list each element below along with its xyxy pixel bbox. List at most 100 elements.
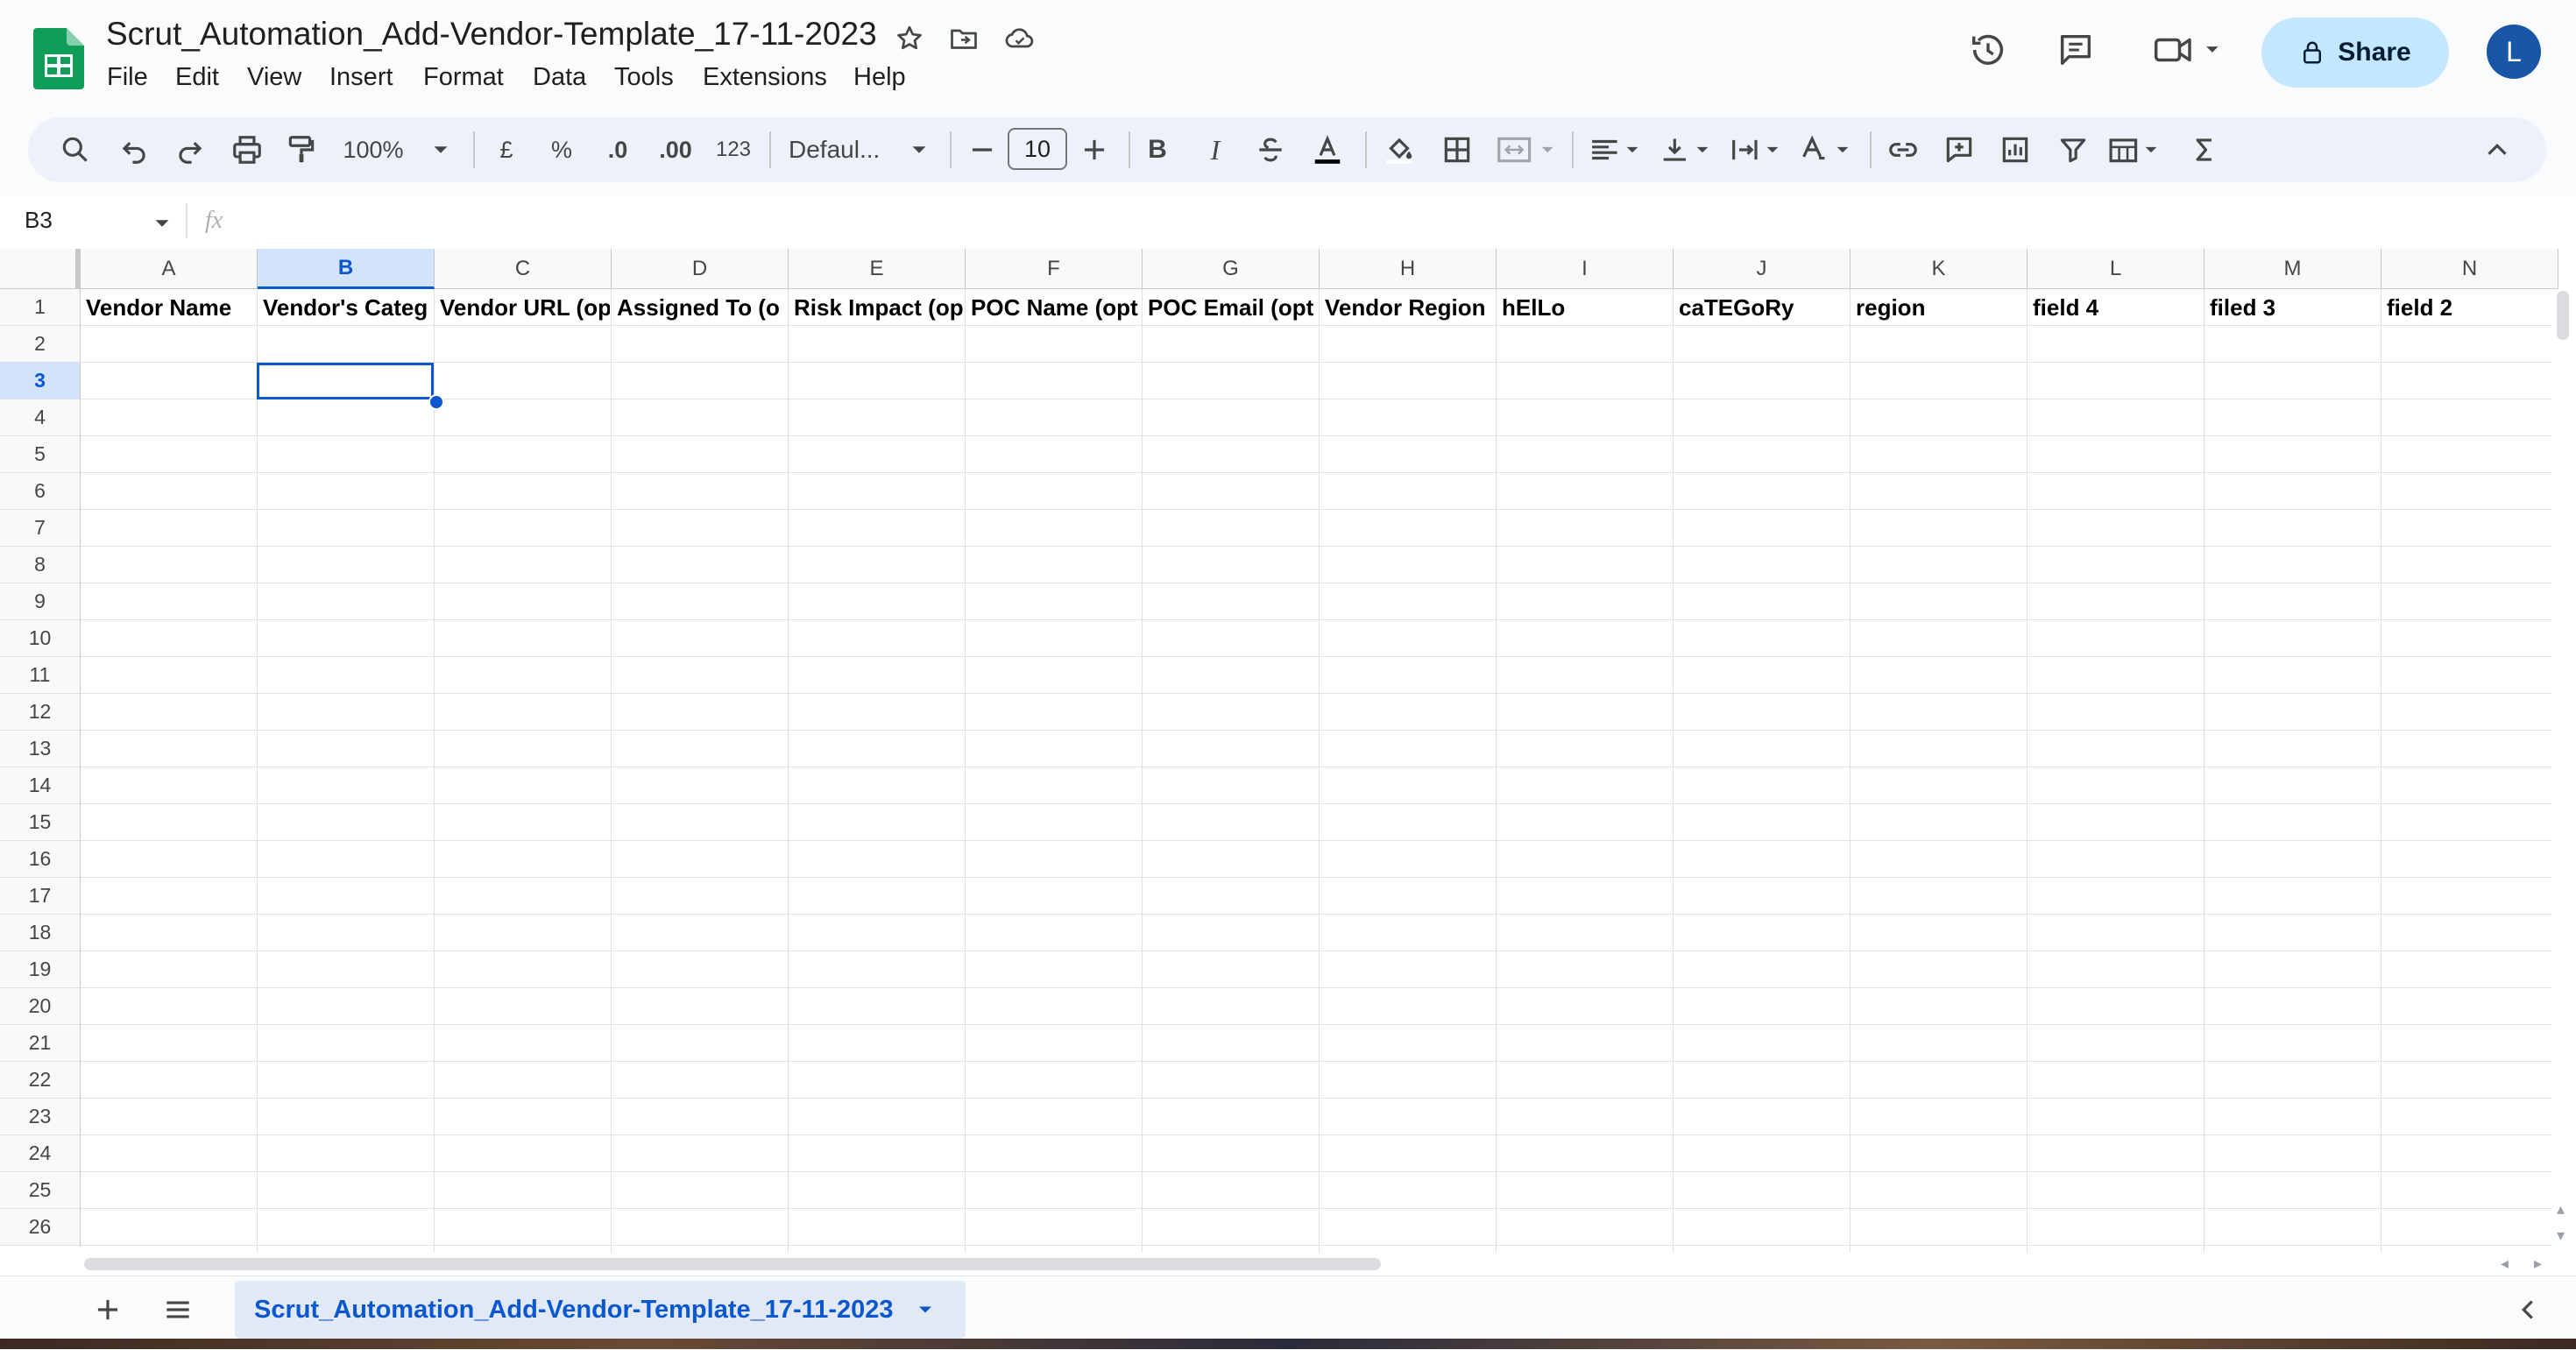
merge-cells-icon[interactable] <box>1493 131 1563 168</box>
row-header-17[interactable]: 17 <box>0 878 81 915</box>
undo-icon[interactable] <box>116 131 152 168</box>
menu-data[interactable]: Data <box>533 63 586 92</box>
column-header-k[interactable]: K <box>1851 249 2028 289</box>
row-header-15[interactable]: 15 <box>0 804 81 841</box>
share-button[interactable]: Share <box>2261 18 2449 88</box>
cell-l1[interactable]: field 4 <box>2028 289 2203 326</box>
vertical-align-icon[interactable] <box>1656 131 1716 168</box>
fill-color-icon[interactable] <box>1379 131 1419 168</box>
row-header-20[interactable]: 20 <box>0 988 81 1025</box>
column-header-b[interactable]: B <box>258 249 435 289</box>
decrease-decimal-button[interactable]: .0 <box>598 131 638 168</box>
document-title[interactable]: Scrut_Automation_Add-Vendor-Template_17-… <box>106 16 877 53</box>
print-icon[interactable] <box>228 131 266 168</box>
row-header-19[interactable]: 19 <box>0 951 81 988</box>
number-format-button[interactable]: 123 <box>710 131 757 168</box>
menu-tools[interactable]: Tools <box>614 63 674 92</box>
explore-sidebar-toggle-icon[interactable] <box>2511 1293 2544 1331</box>
row-header-4[interactable]: 4 <box>0 399 81 436</box>
row-header-8[interactable]: 8 <box>0 547 81 583</box>
filter-views-icon[interactable] <box>2103 131 2166 168</box>
row-header-5[interactable]: 5 <box>0 436 81 473</box>
font-size-input[interactable]: 10 <box>1008 128 1067 170</box>
menu-view[interactable]: View <box>247 63 301 92</box>
fill-handle[interactable] <box>428 394 444 410</box>
cloud-saved-icon[interactable] <box>1004 23 1036 54</box>
column-header-c[interactable]: C <box>435 249 612 289</box>
row-header-1[interactable]: 1 <box>0 289 81 326</box>
active-cell-selection[interactable] <box>257 363 434 399</box>
collapse-menus-icon[interactable] <box>2480 131 2515 168</box>
row-header-24[interactable]: 24 <box>0 1135 81 1172</box>
text-wrapping-icon[interactable] <box>1726 131 1786 168</box>
format-currency-button[interactable]: £ <box>489 131 524 168</box>
select-all-corner[interactable] <box>0 249 81 289</box>
column-header-f[interactable]: F <box>966 249 1143 289</box>
decrease-font-size-icon[interactable] <box>964 131 1001 168</box>
row-header-9[interactable]: 9 <box>0 583 81 620</box>
scroll-right-arrow-icon[interactable]: ▸ <box>2534 1255 2542 1273</box>
horizontal-align-icon[interactable] <box>1586 131 1645 168</box>
column-header-h[interactable]: H <box>1320 249 1497 289</box>
bold-button[interactable]: B <box>1139 131 1176 168</box>
formula-input[interactable] <box>245 203 2523 242</box>
vertical-scrollbar-thumb[interactable] <box>2557 291 2569 340</box>
row-header-7[interactable]: 7 <box>0 510 81 547</box>
row-header-12[interactable]: 12 <box>0 694 81 731</box>
row-header-6[interactable]: 6 <box>0 473 81 510</box>
cell-n1[interactable]: field 2 <box>2381 289 2557 326</box>
filter-icon[interactable] <box>2054 131 2092 168</box>
italic-button[interactable]: I <box>1197 131 1234 168</box>
cell-e1[interactable]: Risk Impact (op <box>789 289 964 326</box>
sheet-tab-dropdown-icon[interactable] <box>913 1297 938 1322</box>
row-header-21[interactable]: 21 <box>0 1025 81 1062</box>
menu-help[interactable]: Help <box>853 63 906 92</box>
increase-font-size-icon[interactable] <box>1076 131 1113 168</box>
meet-video-icon[interactable] <box>2150 30 2229 70</box>
column-header-g[interactable]: G <box>1143 249 1320 289</box>
row-header-23[interactable]: 23 <box>0 1099 81 1135</box>
row-header-10[interactable]: 10 <box>0 620 81 657</box>
cell-h1[interactable]: Vendor Region <box>1320 289 1495 326</box>
row-header-26[interactable]: 26 <box>0 1209 81 1246</box>
column-header-l[interactable]: L <box>2028 249 2204 289</box>
all-sheets-menu-icon[interactable] <box>161 1293 195 1331</box>
cell-a1[interactable]: Vendor Name <box>81 289 256 326</box>
insert-chart-icon[interactable] <box>1996 131 2035 168</box>
sheet-tab-active[interactable]: Scrut_Automation_Add-Vendor-Template_17-… <box>235 1281 966 1339</box>
menu-insert[interactable]: Insert <box>329 63 393 92</box>
cell-g1[interactable]: POC Email (opt <box>1143 289 1318 326</box>
strikethrough-icon[interactable] <box>1251 131 1290 168</box>
row-header-2[interactable]: 2 <box>0 326 81 363</box>
zoom-dropdown-icon[interactable] <box>428 131 454 168</box>
name-box-dropdown-icon[interactable] <box>149 210 175 241</box>
scroll-left-arrow-icon[interactable]: ◂ <box>2501 1255 2509 1273</box>
column-header-j[interactable]: J <box>1674 249 1851 289</box>
text-rotation-icon[interactable] <box>1796 131 1856 168</box>
star-icon[interactable] <box>894 23 925 54</box>
cell-b1[interactable]: Vendor's Categ <box>258 289 433 326</box>
menu-extensions[interactable]: Extensions <box>703 63 827 92</box>
cell-k1[interactable]: region <box>1851 289 2026 326</box>
text-color-icon[interactable] <box>1306 131 1349 168</box>
menu-format[interactable]: Format <box>423 63 504 92</box>
spreadsheet-grid[interactable]: ABCDEFGHIJKLMN 1 2 3 4 5 6 7 8 9 10 11 12 13 14 15 16 17… <box>0 249 2576 1253</box>
column-header-i[interactable]: I <box>1497 249 1674 289</box>
row-header-25[interactable]: 25 <box>0 1172 81 1209</box>
row-header-14[interactable]: 14 <box>0 767 81 804</box>
column-header-a[interactable]: A <box>81 249 258 289</box>
insert-comment-icon[interactable] <box>1940 131 1978 168</box>
column-header-n[interactable]: N <box>2381 249 2558 289</box>
font-family-select[interactable]: Defaul... <box>789 131 902 168</box>
cell-m1[interactable]: filed 3 <box>2204 289 2380 326</box>
paint-format-icon[interactable] <box>282 131 321 168</box>
redo-icon[interactable] <box>172 131 209 168</box>
search-menus-icon[interactable] <box>56 131 95 168</box>
cell-i1[interactable]: hElLo <box>1497 289 1672 326</box>
insert-link-icon[interactable] <box>1884 131 1922 168</box>
cell-j1[interactable]: caTEGoRy <box>1674 289 1849 326</box>
cell-f1[interactable]: POC Name (opt <box>966 289 1141 326</box>
avatar[interactable]: L <box>2487 25 2541 79</box>
move-folder-icon[interactable] <box>948 23 980 54</box>
zoom-select[interactable]: 100% <box>338 131 408 168</box>
